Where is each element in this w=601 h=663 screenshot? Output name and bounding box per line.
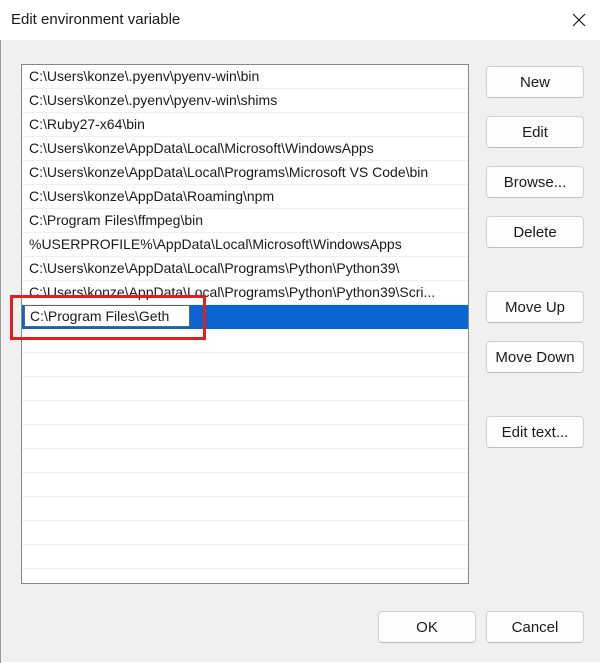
empty-row — [22, 329, 468, 353]
delete-button[interactable]: Delete — [486, 216, 584, 248]
list-item[interactable]: %USERPROFILE%\AppData\Local\Microsoft\Wi… — [22, 233, 468, 257]
move-down-button[interactable]: Move Down — [486, 341, 584, 373]
ok-button[interactable]: OK — [378, 611, 476, 643]
list-item[interactable]: C:\Users\konze\AppData\Local\Programs\Mi… — [22, 161, 468, 185]
empty-row — [22, 377, 468, 401]
empty-row — [22, 473, 468, 497]
list-item[interactable]: C:\Ruby27-x64\bin — [22, 113, 468, 137]
browse-button[interactable]: Browse... — [486, 166, 584, 198]
empty-row — [22, 545, 468, 569]
list-item-selected[interactable] — [22, 305, 468, 329]
title-bar: Edit environment variable — [0, 0, 601, 40]
list-item[interactable]: C:\Users\konze\.pyenv\pyenv-win\bin — [22, 65, 468, 89]
window-title: Edit environment variable — [11, 11, 181, 28]
close-icon — [572, 13, 586, 27]
path-edit-input[interactable] — [24, 305, 190, 327]
list-item[interactable]: C:\Users\konze\AppData\Roaming\npm — [22, 185, 468, 209]
path-list[interactable]: C:\Users\konze\.pyenv\pyenv-win\bin C:\U… — [21, 64, 469, 584]
list-item[interactable]: C:\Users\konze\.pyenv\pyenv-win\shims — [22, 89, 468, 113]
edit-text-button[interactable]: Edit text... — [486, 416, 584, 448]
empty-row — [22, 497, 468, 521]
empty-row — [22, 425, 468, 449]
list-item[interactable]: C:\Program Files\ffmpeg\bin — [22, 209, 468, 233]
cancel-button[interactable]: Cancel — [486, 611, 584, 643]
move-up-button[interactable]: Move Up — [486, 291, 584, 323]
list-item[interactable]: C:\Users\konze\AppData\Local\Microsoft\W… — [22, 137, 468, 161]
empty-row — [22, 449, 468, 473]
edit-button[interactable]: Edit — [486, 116, 584, 148]
new-button[interactable]: New — [486, 66, 584, 98]
close-button[interactable] — [566, 8, 592, 32]
empty-row — [22, 353, 468, 377]
list-item[interactable]: C:\Users\konze\AppData\Local\Programs\Py… — [22, 281, 468, 305]
empty-row — [22, 401, 468, 425]
empty-row — [22, 521, 468, 545]
list-item[interactable]: C:\Users\konze\AppData\Local\Programs\Py… — [22, 257, 468, 281]
